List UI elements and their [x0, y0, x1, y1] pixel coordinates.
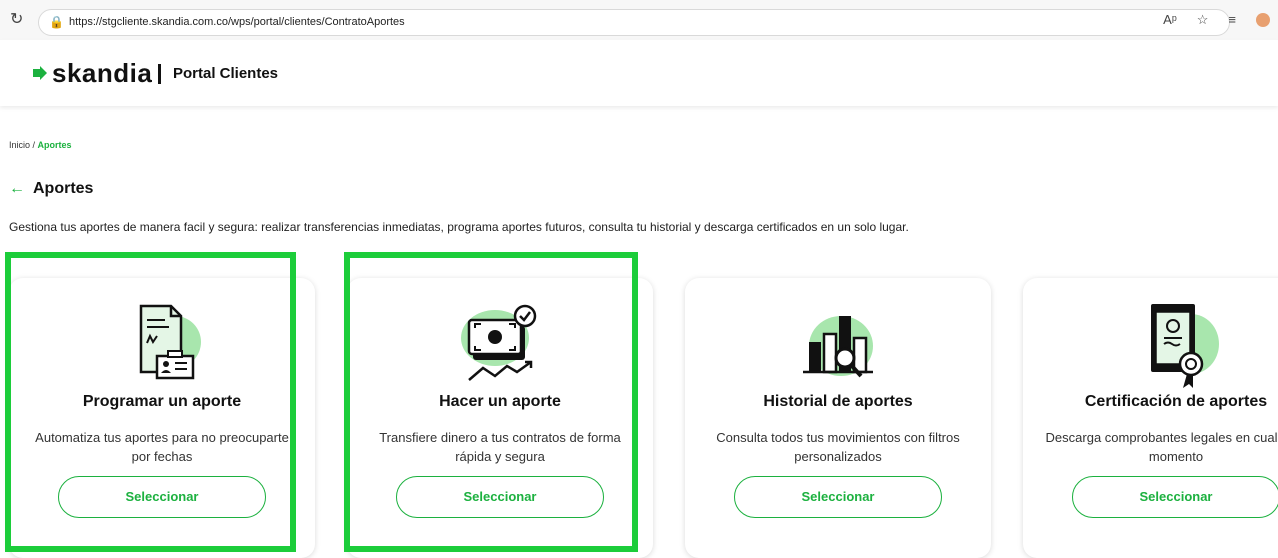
card-historial-aportes: Historial de aportes Consulta todos tus … — [685, 278, 991, 558]
lock-icon[interactable]: 🔒 — [49, 15, 64, 29]
page-header: ← Aportes — [9, 180, 93, 198]
chart-magnifier-icon — [803, 316, 873, 378]
highlight-frame-programar — [5, 252, 296, 552]
breadcrumb-current: Aportes — [37, 140, 72, 150]
highlight-frame-hacer — [344, 252, 638, 552]
breadcrumb: Inicio / Aportes — [9, 140, 72, 150]
reload-icon[interactable]: ↻ — [10, 12, 23, 28]
header-divider — [158, 64, 161, 84]
url-text[interactable]: https://stgcliente.skandia.com.co/wps/po… — [69, 16, 405, 28]
card-title: Historial de aportes — [763, 393, 913, 410]
skandia-logo-icon — [33, 66, 47, 80]
site-header: skandia Portal Clientes — [0, 40, 1278, 106]
page-description: Gestiona tus aportes de manera facil y s… — [9, 220, 909, 234]
card-description: Descarga comprobantes legales en cualqui… — [1045, 430, 1278, 464]
card-title: Certificación de aportes — [1084, 393, 1268, 410]
card-certificacion-aportes: Certificación de aportes Descarga compro… — [1023, 278, 1278, 558]
card-description: Consulta todos tus movimientos con filtr… — [716, 430, 960, 464]
certificate-icon — [1151, 304, 1219, 388]
select-button-historial[interactable]: Seleccionar — [734, 476, 942, 518]
page-title: Aportes — [33, 180, 94, 197]
browser-toolbar: ↻ 🔒 https://stgcliente.skandia.com.co/wp… — [0, 0, 1278, 40]
profile-avatar[interactable] — [1256, 13, 1270, 27]
breadcrumb-home[interactable]: Inicio / — [9, 140, 35, 150]
read-aloud-icon[interactable]: Aᵖ — [1163, 12, 1177, 28]
browser-actions: Aᵖ ☆ ≡ — [1163, 12, 1270, 28]
brand-logo-text[interactable]: skandia — [52, 58, 152, 89]
favorites-list-icon[interactable]: ≡ — [1228, 12, 1236, 28]
portal-title: Portal Clientes — [173, 65, 279, 82]
back-arrow-icon[interactable]: ← — [9, 180, 25, 198]
address-bar[interactable]: 🔒 https://stgcliente.skandia.com.co/wps/… — [38, 9, 1230, 36]
select-button-certificacion[interactable]: Seleccionar — [1072, 476, 1278, 518]
favorite-star-icon[interactable]: ☆ — [1197, 12, 1209, 28]
